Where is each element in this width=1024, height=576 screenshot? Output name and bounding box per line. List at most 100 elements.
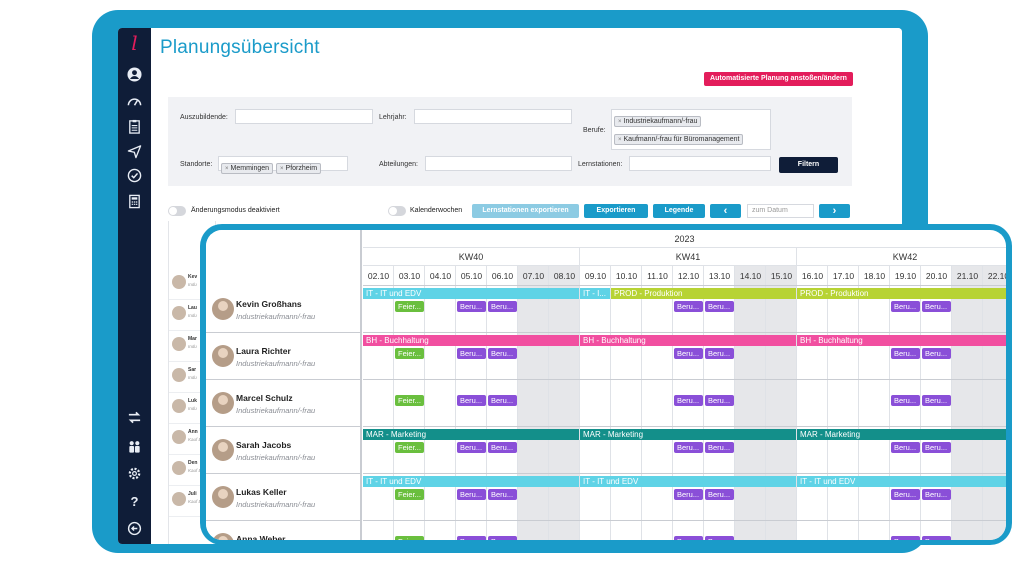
lernstation-bar[interactable]: MAR - Marketing [363, 429, 579, 440]
lernstation-bar[interactable]: IT - IT und EDV [363, 476, 579, 487]
lernstation-bar[interactable]: PROD - Produktion [797, 288, 1006, 299]
day-label: 03.10 [394, 266, 425, 286]
clipboard-icon[interactable] [126, 118, 143, 135]
berufsschule-chip[interactable]: Beru... [891, 536, 920, 540]
berufe-tag-0[interactable]: × Industriekaufmann/-frau [614, 116, 702, 127]
berufsschule-chip[interactable]: Beru... [488, 442, 517, 453]
berufe-select[interactable]: × Industriekaufmann/-frau × Kaufmann/-frau… [611, 109, 771, 150]
tag-remove-icon[interactable]: × [618, 137, 622, 143]
berufsschule-chip[interactable]: Beru... [891, 395, 920, 406]
prev-button[interactable]: ‹ [710, 204, 741, 218]
berufsschule-chip[interactable]: Beru... [674, 301, 703, 312]
group-icon[interactable] [126, 438, 143, 455]
day-label: 20.10 [921, 266, 952, 286]
abteilungen-input[interactable] [425, 156, 572, 171]
auszubildende-input[interactable] [235, 109, 373, 124]
user-icon[interactable] [126, 66, 143, 83]
berufsschule-chip[interactable]: Beru... [705, 348, 734, 359]
berufsschule-chip[interactable]: Beru... [891, 489, 920, 500]
lernstation-bar[interactable]: BH - Buchhaltung [580, 335, 796, 346]
berufsschule-chip[interactable]: Beru... [922, 395, 951, 406]
berufsschule-chip[interactable]: Beru... [705, 301, 734, 312]
send-icon[interactable] [126, 143, 143, 160]
tag-remove-icon[interactable]: × [618, 119, 622, 125]
calculator-icon[interactable] [126, 193, 143, 210]
lernstation-bar[interactable]: BH - Buchhaltung [797, 335, 1006, 346]
lernstation-bar[interactable]: PROD - Produktion [611, 288, 796, 299]
trainee-row[interactable]: Marcel Schulz Industriekaufmann/-frau [206, 380, 362, 427]
holiday-chip[interactable]: Feier... [395, 348, 424, 359]
berufsschule-chip[interactable]: Beru... [922, 442, 951, 453]
holiday-chip[interactable]: Feier... [395, 395, 424, 406]
berufsschule-chip[interactable]: Beru... [922, 536, 951, 540]
trainee-row[interactable]: Kevin Großhans Industriekaufmann/-frau [206, 286, 362, 333]
export-lernstationen-button[interactable]: Lernstationen exportieren [472, 204, 579, 218]
berufsschule-chip[interactable]: Beru... [891, 348, 920, 359]
swap-icon[interactable] [126, 409, 143, 426]
berufe-tag-1[interactable]: × Kaufmann/-frau für Büromanagement [614, 134, 744, 145]
settings-icon[interactable] [126, 465, 143, 482]
trainee-row[interactable]: Laura Richter Industriekaufmann/-frau [206, 333, 362, 380]
lehrjahr-input[interactable] [414, 109, 572, 124]
berufsschule-chip[interactable]: Beru... [922, 348, 951, 359]
berufsschule-chip[interactable]: Beru... [705, 489, 734, 500]
lernstation-bar[interactable]: BH - Buchhaltung [363, 335, 579, 346]
berufsschule-chip[interactable]: Beru... [457, 442, 486, 453]
lernstation-bar[interactable]: IT - IT und EDV [363, 288, 579, 299]
berufsschule-chip[interactable]: Beru... [457, 348, 486, 359]
berufsschule-chip[interactable]: Beru... [705, 442, 734, 453]
standorte-tag-1[interactable]: × Pforzheim [276, 163, 322, 174]
berufsschule-chip[interactable]: Beru... [891, 442, 920, 453]
berufsschule-chip[interactable]: Beru... [705, 536, 734, 540]
lernstation-bar[interactable]: IT - I... [580, 288, 610, 299]
tag-remove-icon[interactable]: × [225, 166, 229, 172]
logout-icon[interactable] [126, 520, 143, 537]
berufsschule-chip[interactable]: Beru... [674, 395, 703, 406]
lernstation-bar[interactable]: IT - IT und EDV [580, 476, 796, 487]
berufsschule-chip[interactable]: Beru... [705, 395, 734, 406]
next-button[interactable]: › [819, 204, 850, 218]
berufsschule-chip[interactable]: Beru... [457, 536, 486, 540]
legende-button[interactable]: Legende [653, 204, 705, 218]
trainee-row[interactable]: Lukas Keller Industriekaufmann/-frau [206, 474, 362, 521]
lernstation-bar[interactable]: MAR - Marketing [797, 429, 1006, 440]
berufsschule-chip[interactable]: Beru... [457, 301, 486, 312]
aenderungsmodus-toggle[interactable] [168, 206, 186, 216]
berufsschule-chip[interactable]: Beru... [922, 301, 951, 312]
check-circle-icon[interactable] [126, 167, 143, 184]
holiday-chip[interactable]: Feier... [395, 536, 424, 540]
logo-icon[interactable]: l [125, 32, 144, 54]
lernstation-bar[interactable]: MAR - Marketing [580, 429, 796, 440]
standorte-tag-0[interactable]: × Memmingen [221, 163, 274, 174]
berufsschule-chip[interactable]: Beru... [674, 536, 703, 540]
filter-button[interactable]: Filtern [779, 157, 838, 173]
berufsschule-chip[interactable]: Beru... [488, 301, 517, 312]
berufsschule-chip[interactable]: Beru... [674, 489, 703, 500]
berufsschule-chip[interactable]: Beru... [457, 489, 486, 500]
auto-plan-button[interactable]: Automatisierte Planung anstoßen/ändern [704, 72, 853, 86]
kalenderwochen-toggle[interactable] [388, 206, 406, 216]
dashboard-icon[interactable] [126, 93, 143, 110]
berufsschule-chip[interactable]: Beru... [674, 348, 703, 359]
standorte-select[interactable]: × Memmingen × Pforzheim [218, 156, 348, 174]
trainee-row[interactable]: Sarah Jacobs Industriekaufmann/-frau [206, 427, 362, 474]
help-icon[interactable]: ? [126, 493, 143, 510]
exportieren-button[interactable]: Exportieren [584, 204, 648, 218]
berufsschule-chip[interactable]: Beru... [674, 442, 703, 453]
holiday-chip[interactable]: Feier... [395, 442, 424, 453]
tag-remove-icon[interactable]: × [280, 166, 284, 172]
lernstation-bar[interactable]: IT - IT und EDV [797, 476, 1006, 487]
berufsschule-chip[interactable]: Beru... [488, 536, 517, 540]
berufsschule-chip[interactable]: Beru... [488, 348, 517, 359]
berufsschule-chip[interactable]: Beru... [922, 489, 951, 500]
date-input[interactable]: zum Datum [747, 204, 814, 218]
lernstationen-input[interactable] [629, 156, 771, 171]
berufsschule-chip[interactable]: Beru... [488, 489, 517, 500]
holiday-chip[interactable]: Feier... [395, 301, 424, 312]
berufsschule-chip[interactable]: Beru... [488, 395, 517, 406]
berufsschule-chip[interactable]: Beru... [891, 301, 920, 312]
trainee-job: Indu [188, 375, 197, 380]
holiday-chip[interactable]: Feier... [395, 489, 424, 500]
berufsschule-chip[interactable]: Beru... [457, 395, 486, 406]
trainee-row[interactable]: Anna Weber [206, 521, 362, 540]
